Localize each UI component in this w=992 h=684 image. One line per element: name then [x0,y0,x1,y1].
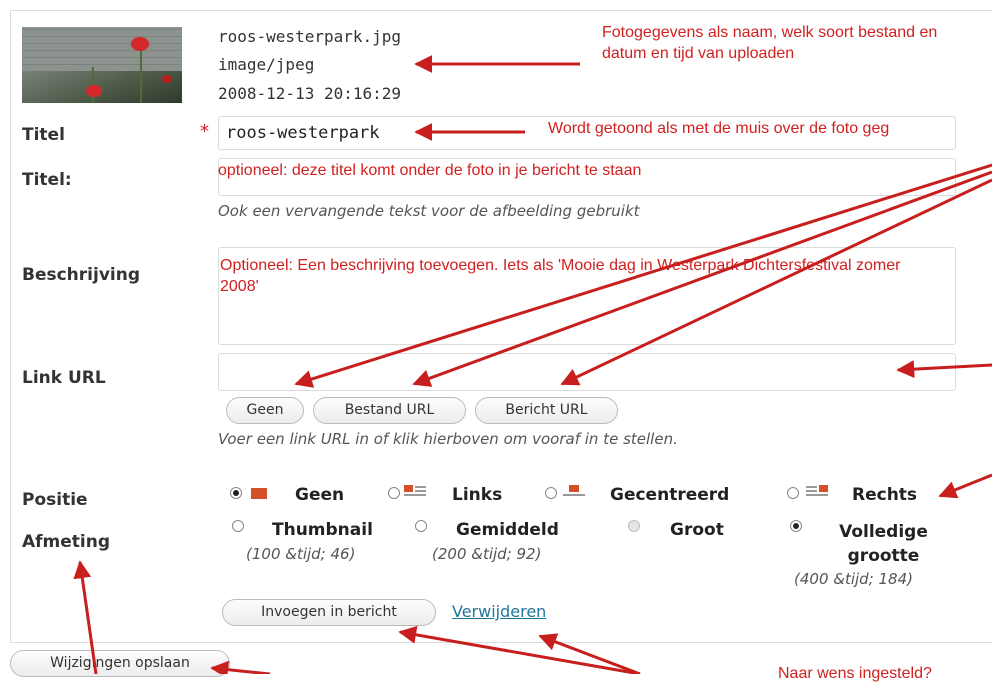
annotation-arrows [73,55,992,674]
arrow-link-file [412,170,992,387]
arrow-link-post [560,178,992,386]
arrow-link-input [896,360,992,379]
arrow-insert [398,625,641,674]
arrow-position [938,473,992,499]
arrow-save [210,660,271,674]
arrow-size-label [73,560,98,674]
media-edit-panel: roos-westerpark.jpg image/jpeg 2008-12-1… [0,0,992,682]
arrow-delete [538,633,641,674]
arrow-link-none [294,163,992,388]
